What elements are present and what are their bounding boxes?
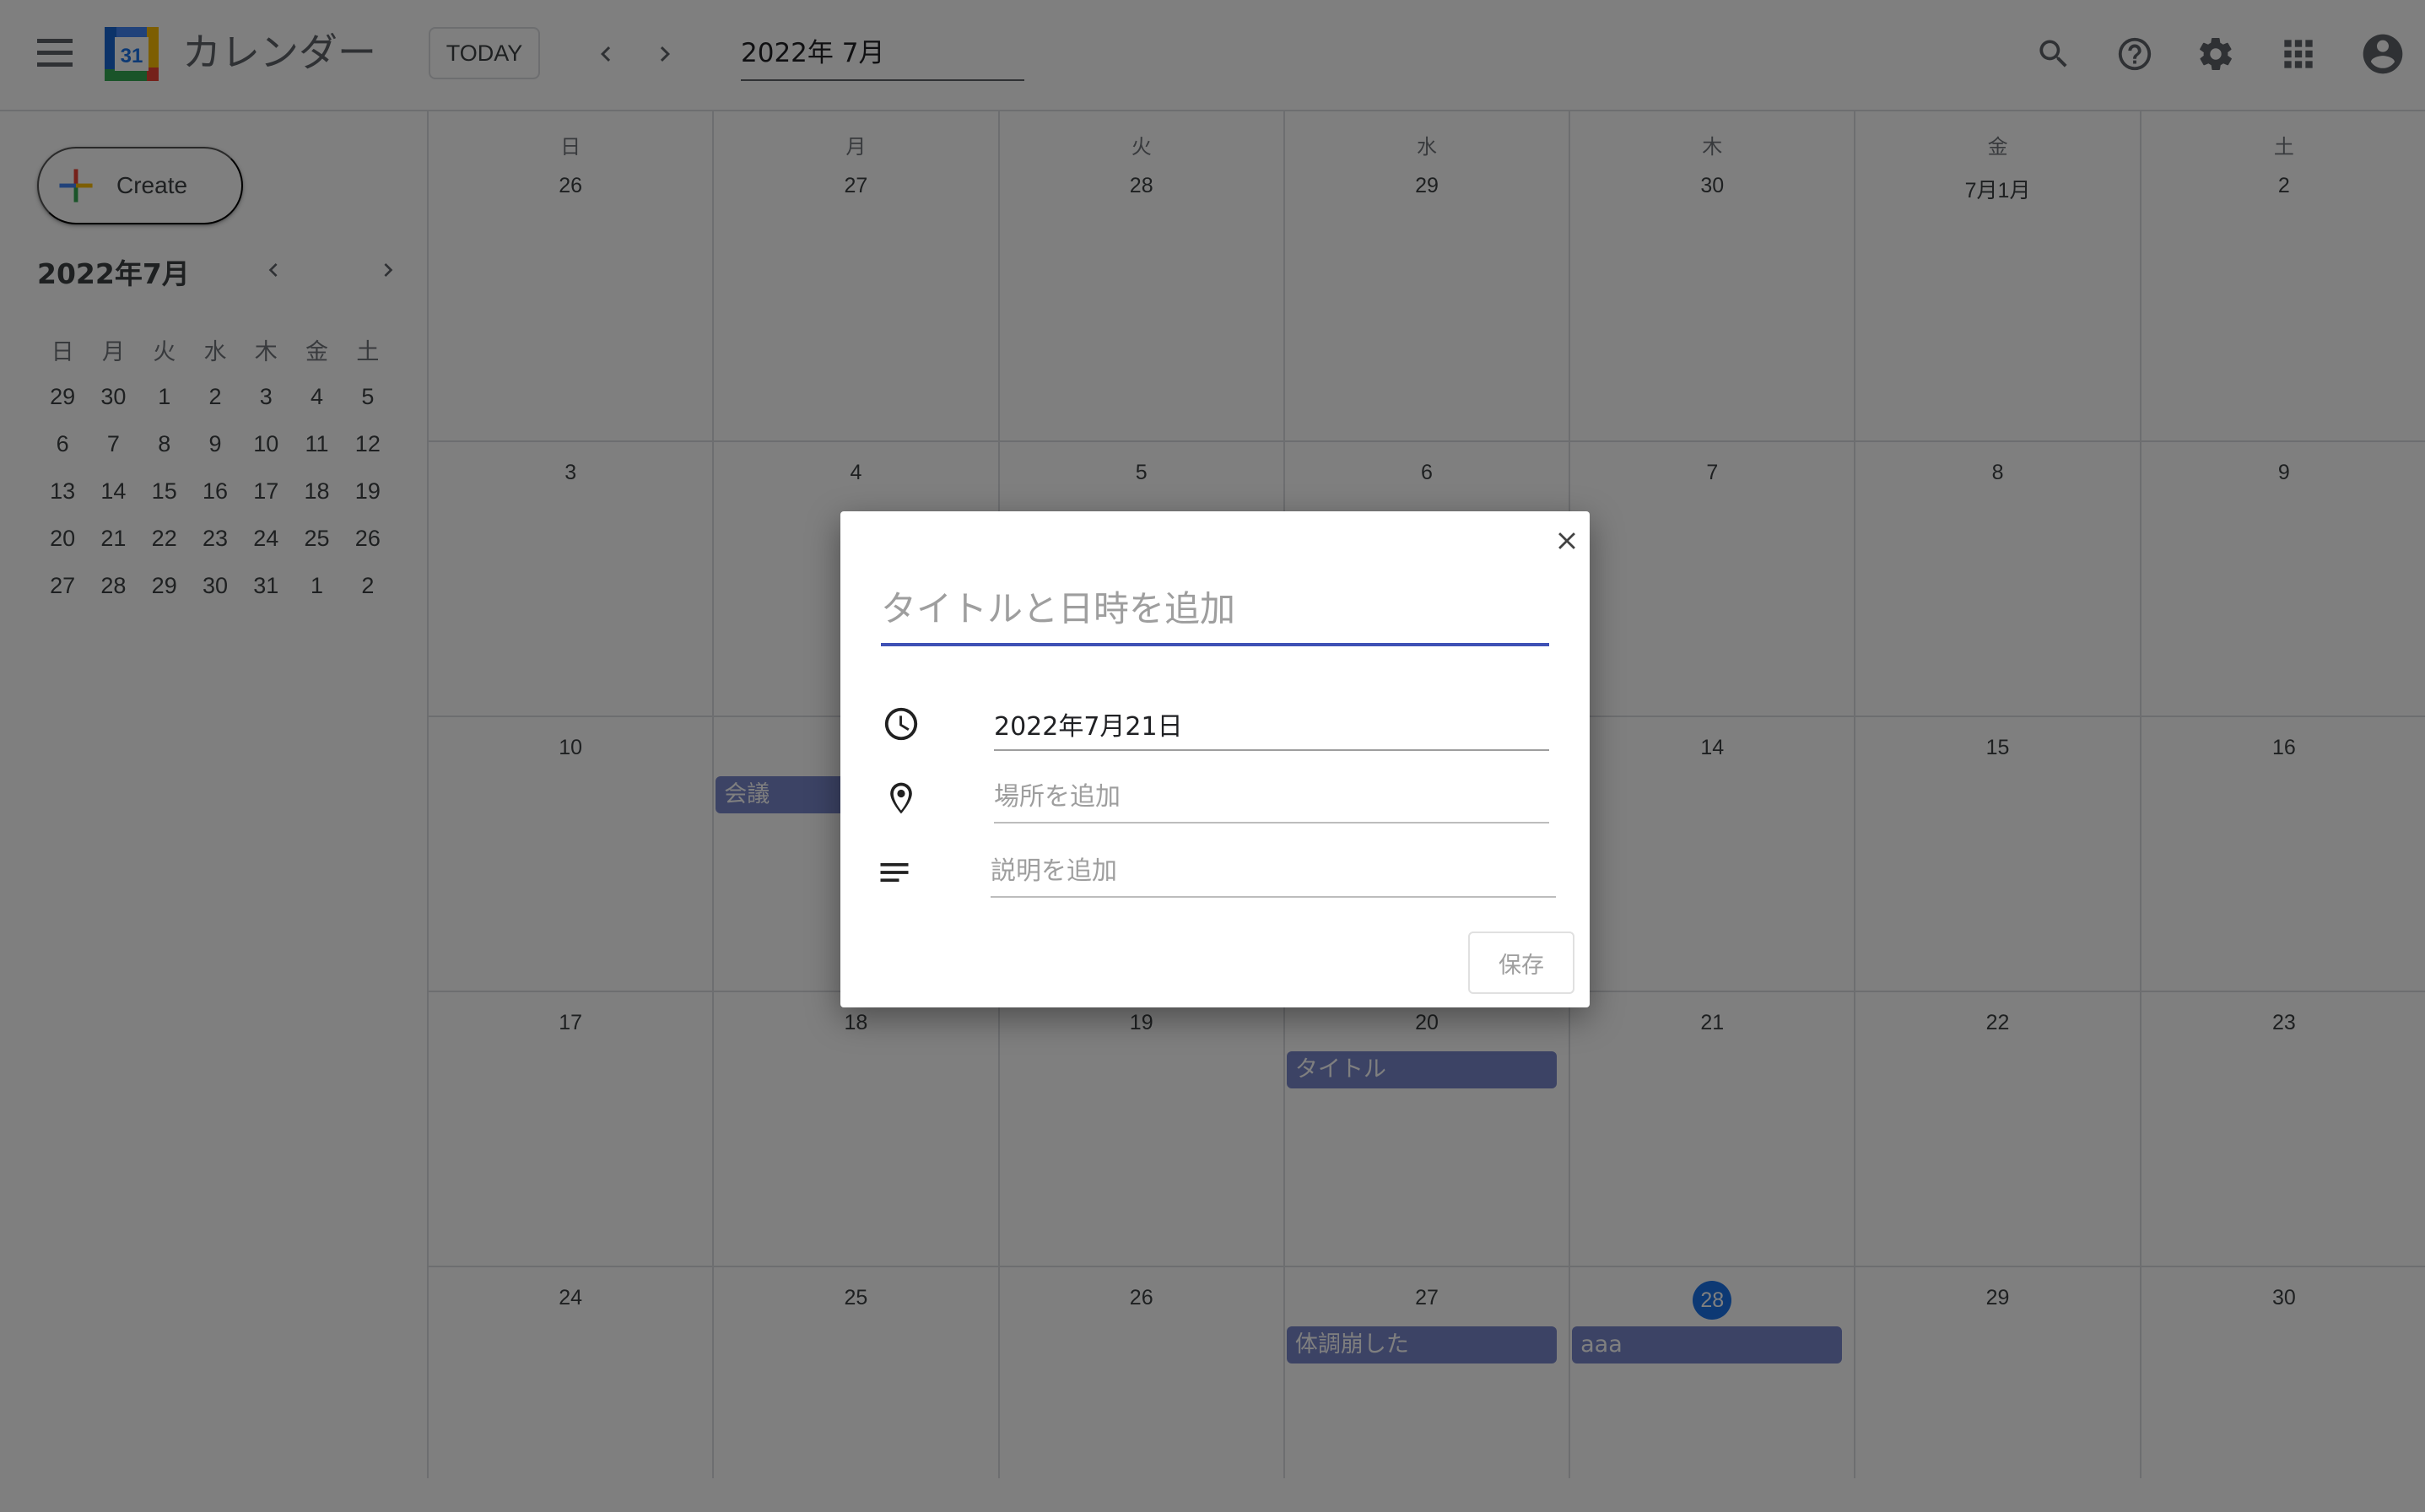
title-input[interactable]: [881, 574, 1549, 646]
description-field[interactable]: [991, 845, 1556, 898]
clock-icon: [881, 704, 921, 744]
event-dialog: 保存: [840, 511, 1590, 1007]
date-field[interactable]: [994, 699, 1549, 751]
save-button[interactable]: 保存: [1468, 932, 1574, 994]
notes-icon: [874, 852, 915, 893]
location-pin-icon: [881, 778, 921, 818]
location-field[interactable]: [994, 771, 1549, 824]
close-icon[interactable]: [1546, 520, 1588, 562]
